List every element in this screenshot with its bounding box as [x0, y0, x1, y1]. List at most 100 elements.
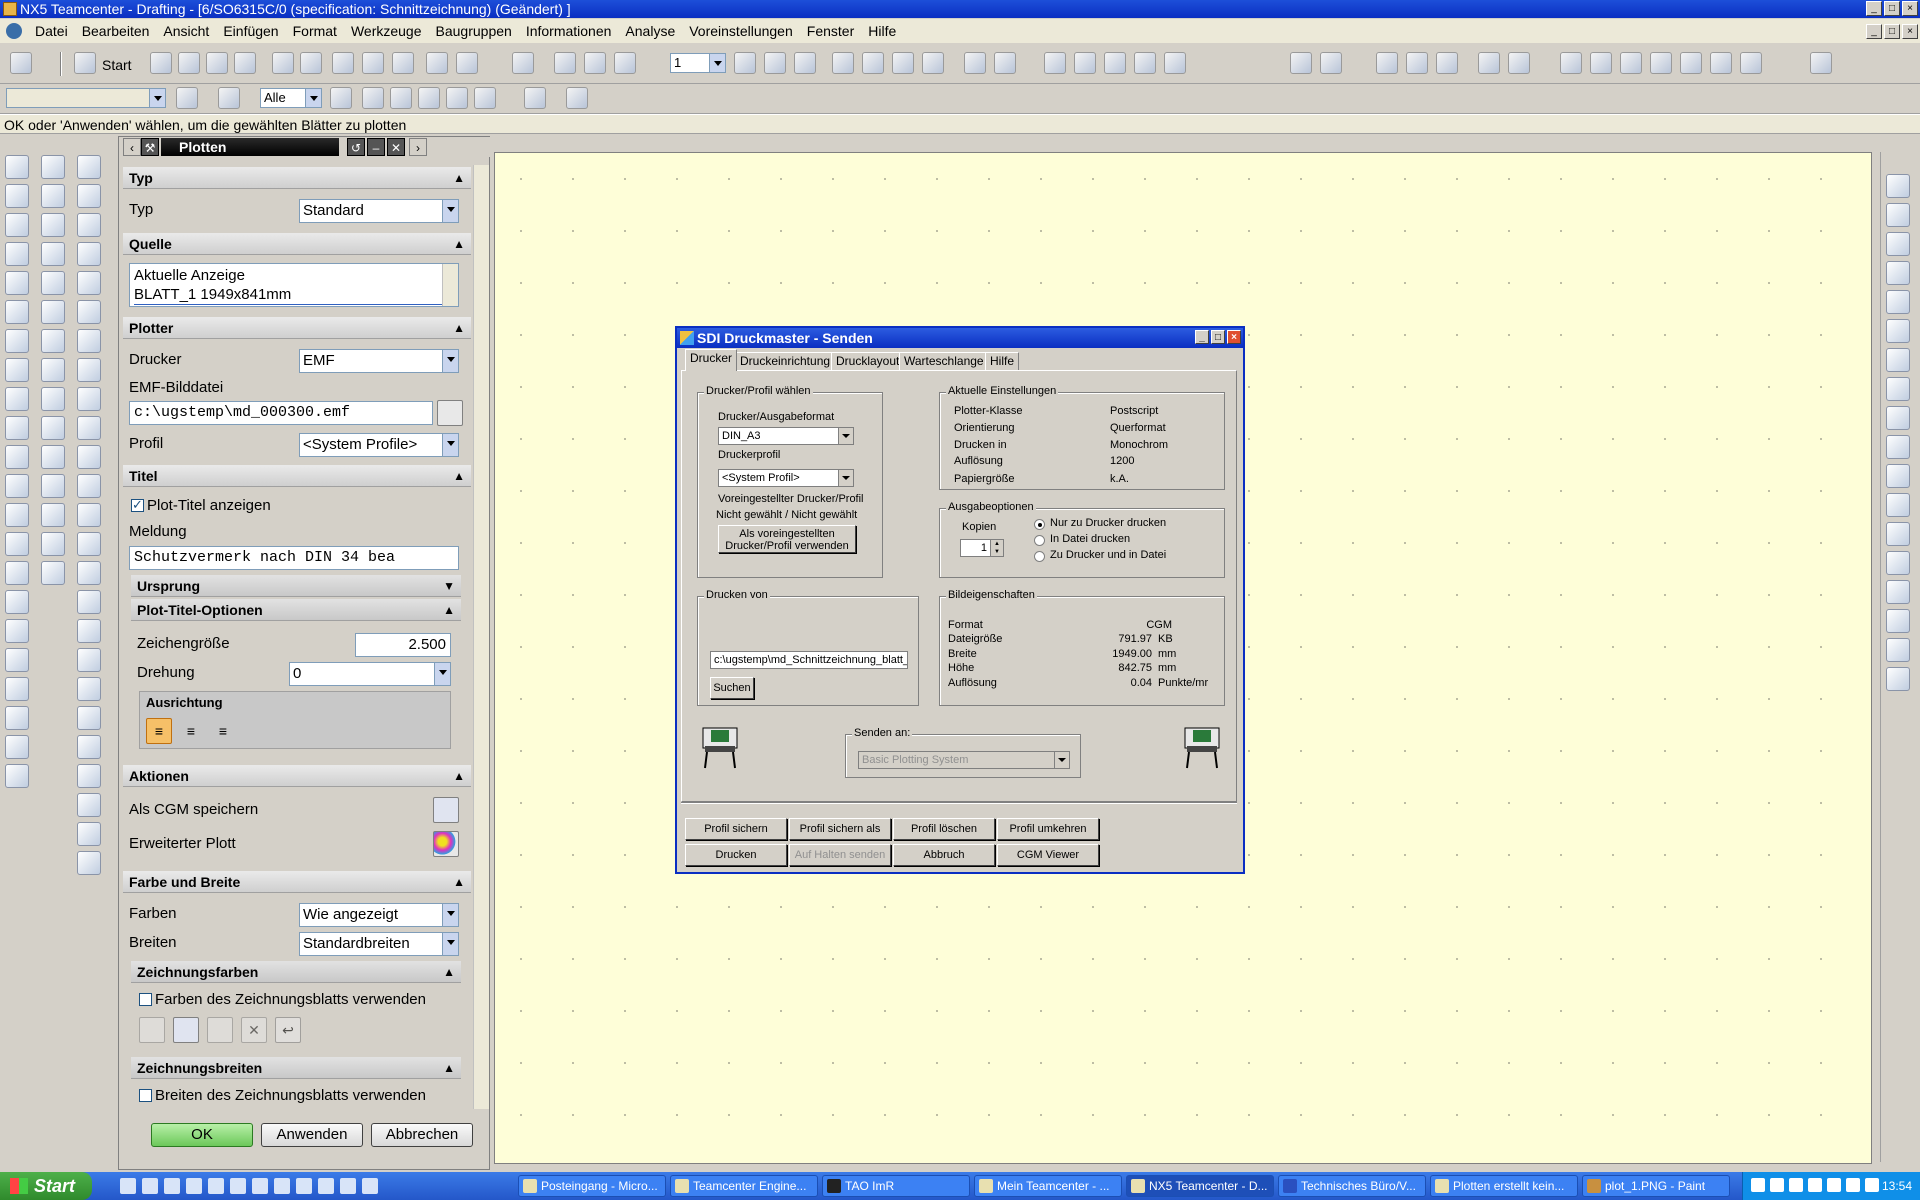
start-icon[interactable]: [74, 52, 96, 74]
source-list-scrollbar[interactable]: [442, 264, 458, 306]
section-ursprung[interactable]: Ursprung ▼: [131, 575, 461, 597]
save-profile-button[interactable]: Profil sichern: [685, 818, 787, 840]
chevron-down-icon[interactable]: [1054, 752, 1069, 768]
fit-view-icon[interactable]: [1044, 52, 1066, 74]
open-icon[interactable]: [139, 1017, 165, 1043]
chevron-up-icon[interactable]: ▲: [453, 765, 465, 787]
assembly-navigator-icon[interactable]: [1886, 174, 1910, 198]
chevron-up-icon[interactable]: ▲: [443, 599, 455, 621]
chevron-down-icon[interactable]: [442, 434, 458, 456]
chevron-down-icon[interactable]: [442, 933, 458, 955]
delete-profile-button[interactable]: Profil löschen: [893, 818, 995, 840]
xyz-csys-icon[interactable]: [614, 52, 636, 74]
quicklaunch-icon[interactable]: [362, 1178, 378, 1194]
tool-icon[interactable]: [77, 619, 101, 643]
snap-point-icon[interactable]: [512, 52, 534, 74]
component-icon[interactable]: [1478, 52, 1500, 74]
chevron-up-icon[interactable]: ▲: [453, 465, 465, 487]
drawing-view-icon[interactable]: [1710, 52, 1732, 74]
tool-icon[interactable]: [41, 532, 65, 556]
tool-icon[interactable]: [41, 416, 65, 440]
reset-icon[interactable]: ↺: [347, 138, 365, 156]
tool-icon[interactable]: [1886, 667, 1910, 691]
tool-icon[interactable]: [5, 706, 29, 730]
nx-menu-icon[interactable]: [6, 23, 22, 39]
selection-icon[interactable]: [218, 87, 240, 109]
quicklaunch-icon[interactable]: [318, 1178, 334, 1194]
tool-icon[interactable]: [5, 300, 29, 324]
radio-file[interactable]: [1034, 535, 1045, 546]
section-quelle[interactable]: Quelle ▲: [123, 233, 471, 255]
dialog-minimize-button[interactable]: _: [1195, 330, 1209, 344]
tray-icon[interactable]: [1865, 1178, 1879, 1192]
drawing-view-icon[interactable]: [1650, 52, 1672, 74]
quicklaunch-icon[interactable]: [296, 1178, 312, 1194]
tool-icon[interactable]: [1886, 580, 1910, 604]
tool-icon[interactable]: [5, 619, 29, 643]
tool-icon[interactable]: [1886, 609, 1910, 633]
filter-icon[interactable]: [176, 87, 198, 109]
palette-icon[interactable]: [1886, 377, 1910, 401]
save-profile-as-button[interactable]: Profil sichern als: [789, 818, 891, 840]
start-button[interactable]: Start: [0, 1172, 92, 1200]
snap-icon[interactable]: [474, 87, 496, 109]
zoom-icon[interactable]: [1134, 52, 1156, 74]
doc-close-button[interactable]: ×: [1902, 24, 1918, 39]
tool-icon[interactable]: [1886, 464, 1910, 488]
menu-bearbeiten[interactable]: Bearbeiten: [75, 23, 157, 39]
tab-druckeinrichtung[interactable]: Druckeinrichtung: [735, 352, 836, 370]
print-from-input[interactable]: c:\ugstemp\md_Schnittzeichnung_blatt_: [710, 651, 908, 669]
profil-select[interactable]: <System Profile>: [299, 433, 459, 457]
section-titel[interactable]: Titel ▲: [123, 465, 471, 487]
tool-icon[interactable]: [77, 271, 101, 295]
chevron-down-icon[interactable]: [442, 904, 458, 926]
task-tao-imr[interactable]: TAO ImR: [822, 1175, 970, 1197]
layer-select[interactable]: 1: [670, 53, 726, 73]
chevron-down-icon[interactable]: [305, 89, 321, 107]
chevron-down-icon[interactable]: ▼: [443, 575, 455, 597]
menu-format[interactable]: Format: [286, 23, 344, 39]
section-zeichnungsfarben[interactable]: Zeichnungsfarben ▲: [131, 961, 461, 983]
sheet-widths-checkbox[interactable]: [139, 1089, 152, 1102]
cancel-button[interactable]: Abbrechen: [371, 1123, 473, 1147]
roles-icon[interactable]: [1886, 406, 1910, 430]
tool-icon[interactable]: [892, 52, 914, 74]
history-icon[interactable]: [1886, 261, 1910, 285]
ok-button[interactable]: OK: [151, 1123, 253, 1147]
list-item[interactable]: BLATT_1 1949x841mm: [134, 285, 458, 305]
layer-settings-icon[interactable]: [734, 52, 756, 74]
tool-icon[interactable]: [77, 387, 101, 411]
dialog-maximize-button[interactable]: □: [1211, 330, 1225, 344]
drawing-view-icon[interactable]: [1590, 52, 1612, 74]
tool-icon[interactable]: [5, 503, 29, 527]
tray-icon[interactable]: [1846, 1178, 1860, 1192]
chevron-down-icon[interactable]: [149, 89, 165, 107]
tool-icon[interactable]: [77, 184, 101, 208]
menu-voreinstellungen[interactable]: Voreinstellungen: [682, 23, 800, 39]
quicklaunch-icon[interactable]: [340, 1178, 356, 1194]
tool-icon[interactable]: [77, 706, 101, 730]
menu-datei[interactable]: Datei: [28, 23, 75, 39]
assembly-icon[interactable]: [1376, 52, 1398, 74]
delete-icon[interactable]: [332, 52, 354, 74]
tool-icon[interactable]: [77, 561, 101, 585]
grid-icon[interactable]: [964, 52, 986, 74]
tool-icon[interactable]: [5, 532, 29, 556]
send-to-select[interactable]: Basic Plotting System: [858, 751, 1070, 769]
tray-icon[interactable]: [1751, 1178, 1765, 1192]
tool-icon[interactable]: [5, 648, 29, 672]
redo-icon[interactable]: [392, 52, 414, 74]
quicklaunch-icon[interactable]: [274, 1178, 290, 1194]
spin-arrows-icon[interactable]: ▲ ▼: [990, 540, 1003, 556]
tool-icon[interactable]: [5, 445, 29, 469]
tool-icon[interactable]: [41, 503, 65, 527]
tool-icon[interactable]: [41, 561, 65, 585]
measure-icon[interactable]: [1290, 52, 1312, 74]
quicklaunch-icon[interactable]: [142, 1178, 158, 1194]
list-item[interactable]: Aktuelle Anzeige: [134, 266, 458, 285]
menu-einfuegen[interactable]: Einfügen: [216, 23, 285, 39]
print-button[interactable]: Drucken: [685, 844, 787, 866]
task-plotten[interactable]: Plotten erstellt kein...: [1430, 1175, 1578, 1197]
menu-ansicht[interactable]: Ansicht: [156, 23, 216, 39]
save-icon[interactable]: [173, 1017, 199, 1043]
